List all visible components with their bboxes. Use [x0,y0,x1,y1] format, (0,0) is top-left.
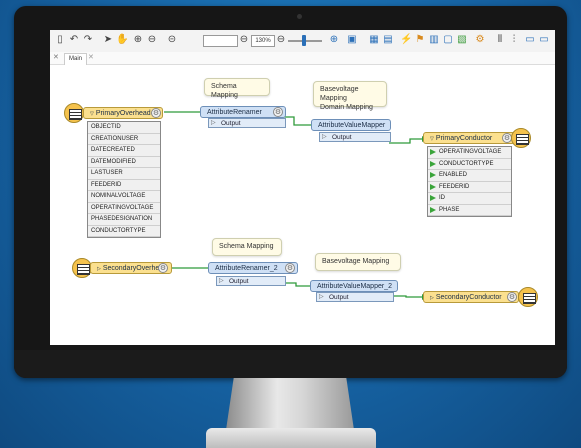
zoom-select[interactable] [203,35,238,47]
output-port[interactable]: Output [216,276,286,286]
node-label: PrimaryOverhead [95,110,151,117]
attribute-row: DATECREATED [88,145,160,157]
writer-icon[interactable] [511,128,531,148]
transformer-attribute-value-mapper-2[interactable]: AttributeValueMapper_2 [310,280,398,292]
annotation-basevoltage-domain-mapping[interactable]: Basevoltage Mapping Domain Mapping [313,81,387,111]
feature-type-secondary-conductor[interactable]: ▷ SecondaryConductor [423,291,519,303]
attribute-row: CONDUCTORTYPE [88,226,160,237]
run-icon[interactable]: ⚡ [400,34,412,46]
node-label: SecondaryConductor [435,294,502,301]
attribute-row: ID [428,193,511,205]
output-port[interactable]: Output [316,292,394,302]
pan-hand-icon[interactable]: ✋ [116,34,128,46]
attribute-row: OBJECTID [88,122,160,134]
annotation-schema-mapping[interactable]: Schema Mapping [204,78,270,99]
toolbar: ▯ ↶ ↷ ➤ ✋ ⊕ ⊖ ⊝ ⊖ 130% ⊖ ⊕ ▣ ▦ ▤ ⚡ ⚑ ▥ ▢… [50,30,555,53]
folder-icon[interactable]: ▢ [442,34,454,46]
table-icon [77,264,90,275]
port-arrow-icon: ▷ [322,134,327,140]
zoom-slider-thumb[interactable] [302,35,306,46]
output-port[interactable]: Output [319,132,391,142]
writer-icon[interactable] [518,287,538,307]
collapse-icon[interactable]: ▽ [430,136,434,142]
tool-icon[interactable]: ⚙ [474,34,486,46]
node-label: PrimaryConductor [435,135,493,142]
attribute-row: PHASEDESIGNATION [88,214,160,226]
gear-icon[interactable]: ⚙ [507,292,517,302]
run-alt-icon[interactable]: ⚑ [414,34,426,46]
align-center-icon[interactable]: ⫶ [508,34,520,46]
table-icon [69,109,82,120]
port-arrow-icon: ▷ [219,278,224,284]
zoom-minus-small-icon[interactable]: ⊖ [275,34,287,46]
tab-close-icon[interactable]: ✕ [88,52,94,64]
expand-icon[interactable]: ▷ [430,295,434,301]
port-arrow-icon: ▷ [211,120,216,126]
connection-line [389,138,422,144]
annotation-line: Domain Mapping [320,104,373,111]
annotation-schema-mapping-2[interactable]: Schema Mapping [212,238,282,256]
attribute-row: PHASE [428,205,511,216]
layout-icon[interactable]: ▦ [368,34,380,46]
app-window: ▯ ↶ ↷ ➤ ✋ ⊕ ⊖ ⊝ ⊖ 130% ⊖ ⊕ ▣ ▦ ▤ ⚡ ⚑ ▥ ▢… [50,30,555,345]
monitor-chin [14,350,567,378]
reader-icon[interactable] [72,258,92,278]
distribute-alt-icon[interactable]: ▭ [538,34,550,46]
undo-icon[interactable]: ↶ [68,34,80,46]
collapse-icon[interactable]: ▽ [90,111,94,117]
redo-icon[interactable]: ↷ [82,34,94,46]
gear-icon[interactable]: ⚙ [285,263,295,273]
attribute-row: NOMINALVOLTAGE [88,191,160,203]
output-port[interactable]: Output [208,118,286,128]
distribute-icon[interactable]: ▭ [524,34,536,46]
annotation-line: Basevoltage Mapping [320,86,359,102]
attribute-row: LASTUSER [88,168,160,180]
attribute-list-primary-overhead: OBJECTID CREATIONUSER DATECREATED DATEMO… [87,121,161,238]
reader-icon[interactable] [64,103,84,123]
gear-icon[interactable]: ⚙ [273,107,283,117]
new-icon[interactable]: ▯ [54,34,66,46]
attribute-row: CONDUCTORTYPE [428,159,511,170]
table-icon [516,134,529,145]
zoom-in-icon[interactable]: ⊕ [132,34,144,46]
zoom-minus-icon[interactable]: ⊖ [238,34,250,46]
table-icon [523,293,536,304]
align-left-icon[interactable]: ⫴ [494,34,506,46]
expand-icon[interactable]: ▷ [97,266,101,272]
zoom-out-icon[interactable]: ⊖ [146,34,158,46]
monitor-base [206,428,376,448]
attribute-row: OPERATINGVOLTAGE [88,203,160,214]
fit-window-icon[interactable]: ▣ [346,34,358,46]
close-icon[interactable]: ✕ [53,52,59,64]
annotation-icon[interactable]: ▧ [456,34,468,46]
zoom-fit-icon[interactable]: ⊝ [166,34,178,46]
attribute-row: FEEDERID [428,182,511,193]
annotation-basevoltage-mapping[interactable]: Basevoltage Mapping [315,253,401,271]
attribute-row: OPERATINGVOLTAGE [428,147,511,159]
gear-icon[interactable]: ⚙ [151,108,161,118]
layout-alt-icon[interactable]: ▤ [382,34,394,46]
attribute-list-primary-conductor: OPERATINGVOLTAGE CONDUCTORTYPE ENABLED F… [427,146,512,217]
workspace-canvas[interactable]: Schema Mapping Basevoltage Mapping Domai… [50,65,555,345]
monitor-stand [226,378,354,430]
gear-icon[interactable]: ⚙ [158,263,168,273]
pointer-icon[interactable]: ➤ [102,34,114,46]
zoom-level-field[interactable]: 130% [251,35,275,47]
zoom-plus-icon[interactable]: ⊕ [328,34,340,46]
attribute-row: FEEDERID [88,180,160,191]
transformer-attribute-value-mapper[interactable]: AttributeValueMapper [311,119,391,131]
tab-main[interactable]: Main [64,53,88,65]
attribute-row: ENABLED [428,170,511,182]
attribute-row: DATEMODIFIED [88,157,160,168]
attribute-row: CREATIONUSER [88,134,160,145]
port-arrow-icon: ▷ [319,294,324,300]
webcam-icon [297,14,302,19]
tab-bar: ✕ Main ✕ [50,52,555,65]
bookmark-icon[interactable]: ▥ [428,34,440,46]
